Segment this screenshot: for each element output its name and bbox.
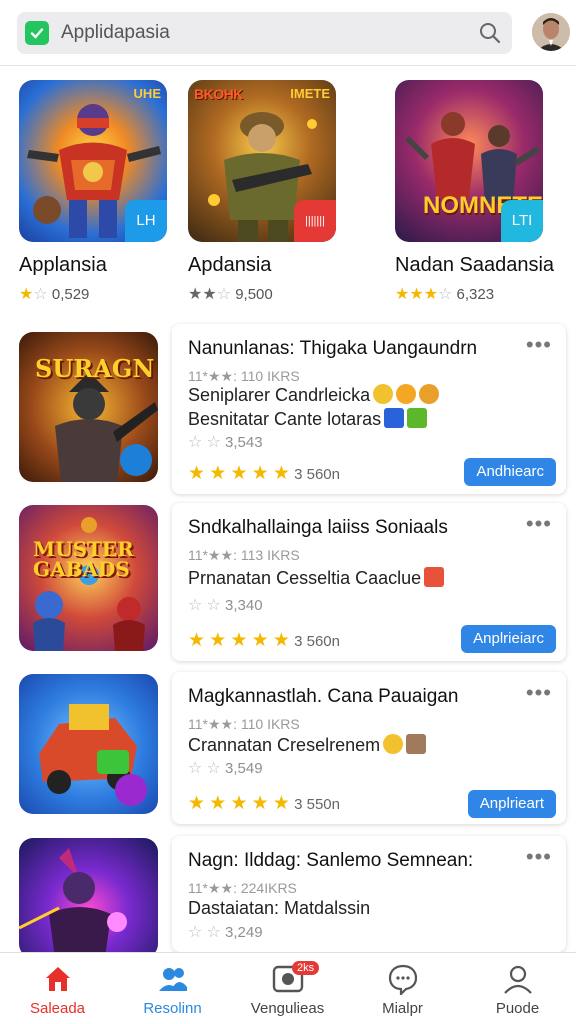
emoji-icon: [396, 384, 417, 404]
more-options-icon[interactable]: •••: [526, 844, 552, 870]
sub-rating: ☆ ☆ 3,249: [188, 924, 263, 941]
star-icon: ★: [19, 286, 34, 303]
rating-count: 9,500: [235, 286, 273, 303]
app-small-icon: [424, 567, 445, 587]
notification-badge: 2ks: [292, 961, 320, 975]
emoji-icon: [373, 384, 394, 404]
app-badge-icon: [120, 444, 152, 476]
app-description-line: Dastaiatan: Matdalssin: [188, 898, 371, 918]
profile-icon: [504, 965, 532, 994]
app-card[interactable]: Magkannastlah. Cana Pauaigan ••• 11*★★: …: [172, 672, 566, 824]
app-description-line: Crannatan Creselrenem: [188, 734, 427, 756]
nav-label: Resolinn: [143, 1000, 202, 1017]
app-card[interactable]: Nagn: Ilddag: Sanlemo Semnean: ••• 11*★★…: [172, 836, 566, 952]
chat-icon: [388, 964, 418, 995]
sub-rating: ☆ ☆ 3,340: [188, 597, 263, 614]
app-card[interactable]: Nanunlanas: Thigaka Uangaundrn ••• 11*★★…: [172, 324, 566, 494]
search-icon[interactable]: [478, 21, 502, 45]
featured-title: Applansia: [19, 254, 107, 276]
star-icon: ★: [423, 286, 439, 303]
app-badge-icon: [115, 774, 147, 806]
featured-title: Apdansia: [188, 254, 272, 276]
app-thumbnail[interactable]: MUSTER GABADS: [19, 505, 158, 651]
app-description-line: Seniplarer Candrleicka: [188, 384, 440, 406]
bottom-navigation: Saleada Resolinn 2ks Vengulieas Mialpr P…: [0, 952, 576, 1024]
nav-label: Vengulieas: [250, 1000, 325, 1017]
featured-title: Nadan Saadansia: [395, 254, 555, 276]
app-thumbnail[interactable]: [19, 674, 158, 814]
app-description-line: Besnitatar Cante lotaras: [188, 408, 428, 430]
thumb-caption: IMETE: [290, 86, 330, 101]
nav-item-profile[interactable]: Puode: [460, 953, 575, 1024]
install-button[interactable]: Anplrieiarc: [461, 625, 556, 653]
featured-card-3[interactable]: NOMNETE LTI Nadan Saadansia ★★★☆ 6,323: [395, 80, 554, 303]
featured-card-2[interactable]: BKOHK IMETE ||||||| Apdansia ★★☆ 9,500: [188, 80, 336, 303]
thumb-badge: LTI: [501, 200, 543, 242]
people-icon: [159, 968, 187, 991]
nav-label: Puode: [495, 1000, 540, 1017]
search-bar[interactable]: Applidapasia: [17, 12, 512, 54]
app-thumbnail[interactable]: SURAGN: [19, 332, 158, 482]
thumb-caption: BKOHK: [194, 86, 243, 102]
thumb-caption: SURAGN: [35, 354, 155, 383]
star-rating: ★ ★ ★ ★ ★ 3 550n: [188, 793, 340, 814]
star-rating: ★ ★ ★ ★ ★ 3 560n: [188, 630, 340, 651]
featured-thumbnail[interactable]: UHE LH: [19, 80, 167, 242]
rating-count: 0,529: [51, 286, 90, 303]
nav-item-people[interactable]: Resolinn: [115, 953, 230, 1024]
thumb-badge: |||||||: [294, 200, 336, 242]
app-small-icon: [384, 408, 405, 428]
featured-rating: ★★★☆ 6,323: [395, 284, 494, 304]
nav-label: Saleada: [29, 1000, 86, 1017]
nav-item-chat[interactable]: Mialpr: [345, 953, 460, 1024]
app-check-icon: [25, 21, 49, 45]
star-icon: ☆: [438, 286, 453, 303]
top-bar: Applidapasia: [0, 0, 576, 66]
star-icon: ☆: [216, 286, 232, 303]
star-icon: ☆: [33, 286, 48, 303]
emoji-icon: [383, 734, 404, 754]
home-icon: [46, 967, 70, 991]
more-options-icon[interactable]: •••: [526, 511, 552, 537]
thumb-caption: UHE: [133, 86, 161, 101]
sub-rating: ☆ ☆ 3,543: [188, 434, 263, 451]
app-thumbnail[interactable]: [19, 838, 158, 958]
user-avatar[interactable]: [532, 13, 570, 51]
more-options-icon[interactable]: •••: [526, 680, 552, 706]
install-button[interactable]: Andhiearc: [464, 458, 556, 486]
featured-rating: ★★☆ 9,500: [188, 284, 273, 304]
nav-item-home[interactable]: Saleada: [0, 953, 115, 1024]
app-meta: 11*★★: 113 IKRS: [188, 547, 300, 563]
app-title: Nagn: Ilddag: Sanlemo Semnean:: [188, 850, 474, 871]
app-meta: 11*★★: 224IKRS: [188, 880, 297, 896]
app-meta: 11*★★: 110 IKRS: [188, 368, 300, 384]
app-title: Sndkalhallainga laiiss Soniaals: [188, 517, 448, 538]
app-small-icon: [407, 408, 428, 428]
star-icon: ★: [202, 286, 217, 303]
app-meta: 11*★★: 110 IKRS: [188, 716, 300, 732]
featured-thumbnail[interactable]: NOMNETE LTI: [395, 80, 543, 242]
thumb-badge: LH: [125, 200, 167, 242]
featured-thumbnail[interactable]: BKOHK IMETE |||||||: [188, 80, 336, 242]
emoji-icon: [419, 384, 440, 404]
app-title: Magkannastlah. Cana Pauaigan: [188, 686, 459, 707]
app-title: Nanunlanas: Thigaka Uangaundrn: [188, 338, 478, 359]
app-small-icon: [406, 734, 427, 754]
thumb-caption: MUSTER GABADS: [33, 537, 134, 581]
nav-item-record[interactable]: 2ks Vengulieas: [230, 953, 345, 1024]
app-description-line: Prnanatan Cesseltia Caaclue: [188, 567, 445, 589]
star-rating: ★ ★ ★ ★ ★ 3 560n: [188, 463, 340, 484]
sub-rating: ☆ ☆ 3,549: [188, 760, 263, 777]
star-icon: ★: [409, 286, 424, 303]
search-input-text[interactable]: Applidapasia: [61, 22, 170, 44]
install-button[interactable]: Anplrieart: [467, 790, 556, 818]
featured-rating: ★☆ 0,529: [19, 284, 89, 304]
rating-count: 6,323: [456, 286, 495, 303]
star-icon: ★: [395, 286, 410, 303]
more-options-icon[interactable]: •••: [526, 332, 552, 358]
app-card[interactable]: Sndkalhallainga laiiss Soniaals ••• 11*★…: [172, 503, 566, 661]
featured-card-1[interactable]: UHE LH Applansia ★☆ 0,529: [19, 80, 167, 303]
star-icon: ★: [188, 286, 203, 303]
nav-label: Mialpr: [382, 1000, 423, 1017]
